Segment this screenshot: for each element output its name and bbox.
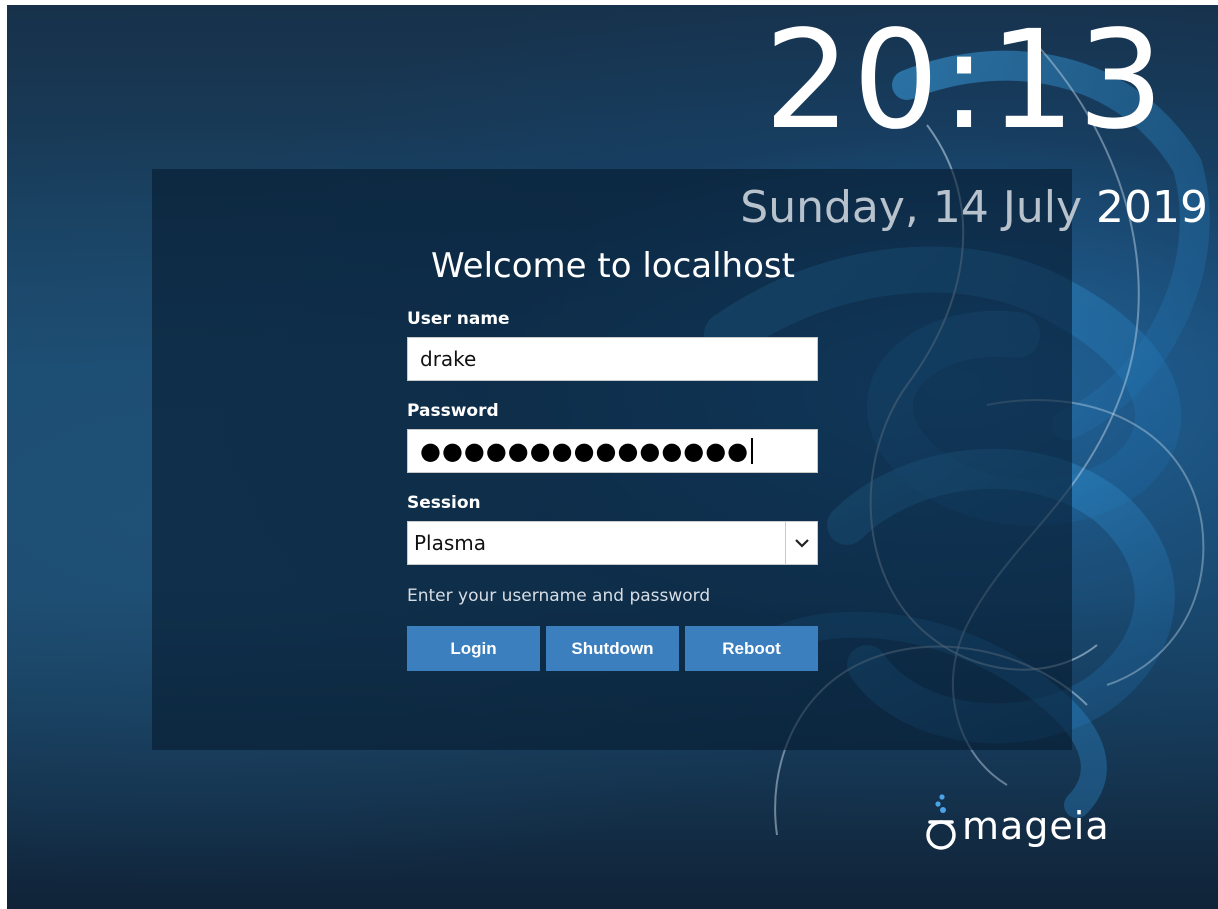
- welcome-heading: Welcome to localhost: [431, 246, 795, 286]
- login-screen: 20:13 Sunday, 14 July 2019 Welcome to lo…: [7, 5, 1218, 909]
- text-caret: [751, 438, 754, 464]
- mageia-logo: mageia: [924, 791, 1144, 861]
- date-day-month: Sunday, 14 July: [740, 182, 1083, 233]
- session-select[interactable]: Plasma: [407, 521, 818, 565]
- username-value: drake: [420, 347, 477, 371]
- clock-time: 20:13: [764, 5, 1166, 160]
- date-label: Sunday, 14 July 2019: [740, 186, 1208, 230]
- chevron-down-icon[interactable]: [785, 522, 817, 564]
- password-mask: ●●●●●●●●●●●●●●●: [420, 437, 750, 465]
- password-label: Password: [407, 401, 499, 421]
- date-year: 2019: [1096, 182, 1208, 233]
- session-label: Session: [407, 493, 481, 513]
- username-label: User name: [407, 309, 510, 329]
- reboot-button[interactable]: Reboot: [685, 626, 818, 671]
- shutdown-button[interactable]: Shutdown: [546, 626, 679, 671]
- password-input[interactable]: ●●●●●●●●●●●●●●●: [407, 429, 818, 473]
- session-value: Plasma: [414, 531, 487, 555]
- login-hint: Enter your username and password: [407, 586, 711, 606]
- brand-name: mageia: [962, 804, 1110, 848]
- mageia-logo-icon: [926, 794, 956, 850]
- login-button[interactable]: Login: [407, 626, 540, 671]
- username-input[interactable]: drake: [407, 337, 818, 381]
